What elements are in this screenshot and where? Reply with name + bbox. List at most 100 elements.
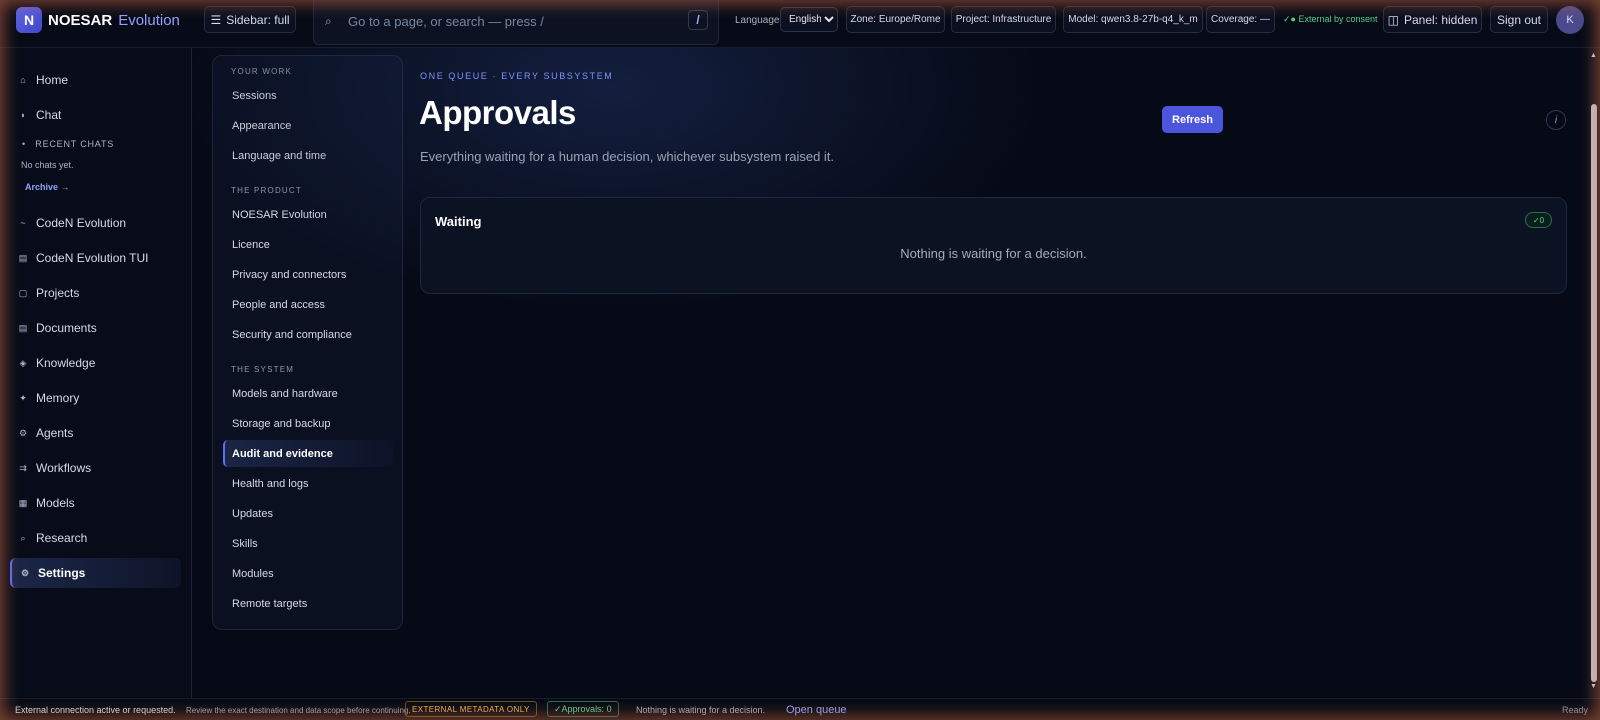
- external-metadata-badge: EXTERNAL METADATA ONLY: [405, 701, 537, 717]
- settings-item-audit-and-evidence[interactable]: Audit and evidence: [223, 440, 393, 467]
- settings-item-sessions[interactable]: Sessions: [223, 82, 393, 109]
- settings-nav-panel: YOUR WORK Sessions Appearance Language a…: [212, 55, 403, 630]
- sidebar-item-label: Chat: [36, 108, 62, 122]
- external-connection-title: External connection active or requested.: [15, 705, 176, 715]
- chat-icon: ◗: [20, 110, 26, 120]
- settings-section-heading: THE PRODUCT: [231, 186, 302, 195]
- settings-item-modules[interactable]: Modules: [223, 560, 393, 587]
- empty-state-text: Nothing is waiting for a decision.: [900, 246, 1087, 261]
- sidebar-item-workflows[interactable]: ⇉ Workflows: [10, 453, 181, 483]
- terminal-icon: ▤: [18, 252, 28, 263]
- settings-item-models-and-hardware[interactable]: Models and hardware: [223, 380, 393, 407]
- folder-icon: ▢: [18, 287, 28, 298]
- avatar[interactable]: K: [1556, 6, 1584, 34]
- card-title: Waiting: [435, 214, 482, 229]
- waiting-card: Waiting ✓0 Nothing is waiting for a deci…: [420, 197, 1567, 294]
- sidebar-item-memory[interactable]: ✦ Memory: [10, 383, 181, 413]
- sidebar-item-home[interactable]: ⌂ Home: [10, 65, 181, 95]
- workflow-icon: ⇉: [19, 462, 27, 473]
- sidebar-item-label: Home: [36, 73, 69, 87]
- panel-icon: ◫: [1387, 12, 1399, 27]
- hamburger-icon: ☰: [210, 12, 222, 27]
- settings-item-updates[interactable]: Updates: [223, 500, 393, 527]
- scroll-up-icon[interactable]: ▲: [1590, 52, 1597, 59]
- settings-item-language-and-time[interactable]: Language and time: [223, 142, 393, 169]
- archive-link[interactable]: Archive →: [25, 182, 70, 192]
- bullet-icon: •: [22, 139, 26, 149]
- sidebar-item-label: CodeN Evolution TUI: [36, 251, 149, 265]
- sidebar-item-label: Knowledge: [36, 356, 96, 370]
- settings-item-licence[interactable]: Licence: [223, 231, 393, 258]
- sidebar-item-projects[interactable]: ▢ Projects: [10, 278, 181, 308]
- search-input[interactable]: [348, 11, 668, 31]
- sidebar-item-documents[interactable]: ▤ Documents: [10, 313, 181, 343]
- settings-item-appearance[interactable]: Appearance: [223, 112, 393, 139]
- search-shortcut-key: /: [688, 10, 708, 30]
- sidebar-item-research[interactable]: ⌕ Research: [10, 523, 181, 553]
- page-scrollbar[interactable]: ▲ ▼: [1588, 48, 1600, 698]
- page-eyebrow: ONE QUEUE · EVERY SUBSYSTEM: [420, 71, 614, 81]
- model-button[interactable]: Model: qwen3.8-27b-q4_k_m: [1063, 6, 1203, 33]
- sidebar-item-coden-evolution[interactable]: ~ CodeN Evolution: [10, 208, 181, 238]
- sidebar-item-settings[interactable]: ⚙ Settings: [10, 558, 181, 588]
- knowledge-icon: ◈: [19, 357, 27, 368]
- search-bar[interactable]: ⌕ /: [313, 0, 719, 45]
- open-queue-link[interactable]: Open queue: [786, 704, 847, 716]
- settings-item-privacy-and-connectors[interactable]: Privacy and connectors: [223, 261, 393, 288]
- sidebar-item-label: Agents: [36, 426, 74, 440]
- sidebar-toggle-button[interactable]: ☰ Sidebar: full: [204, 6, 296, 33]
- sign-out-button[interactable]: Sign out: [1490, 6, 1548, 33]
- status-bar: External connection active or requested.…: [0, 698, 1600, 720]
- sparkle-icon: ✦: [19, 392, 27, 403]
- settings-item-people-and-access[interactable]: People and access: [223, 291, 393, 318]
- consent-label: External by consent: [1298, 14, 1378, 24]
- panel-toggle-label: Panel: hidden: [1403, 12, 1478, 27]
- search-icon: ⌕: [325, 14, 332, 28]
- recent-chats-label: RECENT CHATS: [35, 139, 115, 149]
- language-label: Language: [735, 15, 780, 26]
- zone-button[interactable]: Zone: Europe/Rome: [846, 6, 945, 33]
- top-bar: N NOESAR Evolution ☰ Sidebar: full ⌕ / L…: [0, 0, 1600, 48]
- coverage-button[interactable]: Coverage: —: [1206, 6, 1275, 33]
- brand-logo-icon: N: [16, 7, 42, 33]
- project-button[interactable]: Project: Infrastructure: [951, 6, 1056, 33]
- sidebar-item-coden-evolution-tui[interactable]: ▤ CodeN Evolution TUI: [10, 243, 181, 273]
- settings-item-skills[interactable]: Skills: [223, 530, 393, 557]
- consent-status: ✓● External by consent: [1283, 14, 1378, 25]
- panel-toggle-button[interactable]: ◫ Panel: hidden: [1383, 6, 1482, 33]
- sidebar-item-label: Documents: [36, 321, 97, 335]
- sidebar-item-label: Projects: [36, 286, 80, 300]
- page-title: Approvals: [419, 94, 576, 131]
- settings-item-remote-targets[interactable]: Remote targets: [223, 590, 393, 617]
- no-chats-text: No chats yet.: [21, 160, 74, 170]
- scroll-thumb[interactable]: [1591, 104, 1597, 682]
- sidebar-toggle-label: Sidebar: full: [226, 12, 290, 27]
- sidebar-item-knowledge[interactable]: ◈ Knowledge: [10, 348, 181, 378]
- language-select[interactable]: English: [780, 7, 838, 32]
- refresh-button[interactable]: Refresh: [1162, 106, 1223, 133]
- sidebar-item-models[interactable]: ▦ Models: [10, 488, 181, 518]
- settings-item-noesar-evolution[interactable]: NOESAR Evolution: [223, 201, 393, 228]
- approvals-count-badge[interactable]: ✓Approvals: 0: [547, 701, 619, 717]
- research-icon: ⌕: [20, 532, 26, 543]
- settings-section-heading: THE SYSTEM: [231, 365, 295, 374]
- recent-chats-heading: • RECENT CHATS: [22, 139, 114, 149]
- settings-section-heading: YOUR WORK: [231, 67, 293, 76]
- settings-item-security-and-compliance[interactable]: Security and compliance: [223, 321, 393, 348]
- info-icon[interactable]: i: [1546, 110, 1566, 130]
- settings-item-health-and-logs[interactable]: Health and logs: [223, 470, 393, 497]
- sidebar-item-label: Workflows: [36, 461, 92, 475]
- waiting-count-badge: ✓0: [1525, 212, 1552, 228]
- models-icon: ▦: [18, 497, 28, 508]
- settings-item-storage-and-backup[interactable]: Storage and backup: [223, 410, 393, 437]
- brand[interactable]: N NOESAR Evolution: [16, 7, 180, 33]
- check-dot-icon: ✓●: [1283, 14, 1296, 24]
- home-icon: ⌂: [20, 75, 26, 85]
- scroll-down-icon[interactable]: ▼: [1590, 683, 1597, 690]
- external-connection-body: Review the exact destination and data sc…: [186, 706, 411, 715]
- sidebar-item-agents[interactable]: ⚙ Agents: [10, 418, 181, 448]
- document-icon: ▤: [18, 322, 28, 333]
- sidebar-item-label: CodeN Evolution: [36, 216, 127, 230]
- sidebar-item-chat[interactable]: ◗ Chat: [10, 100, 181, 130]
- sidebar-item-label: Settings: [38, 566, 86, 580]
